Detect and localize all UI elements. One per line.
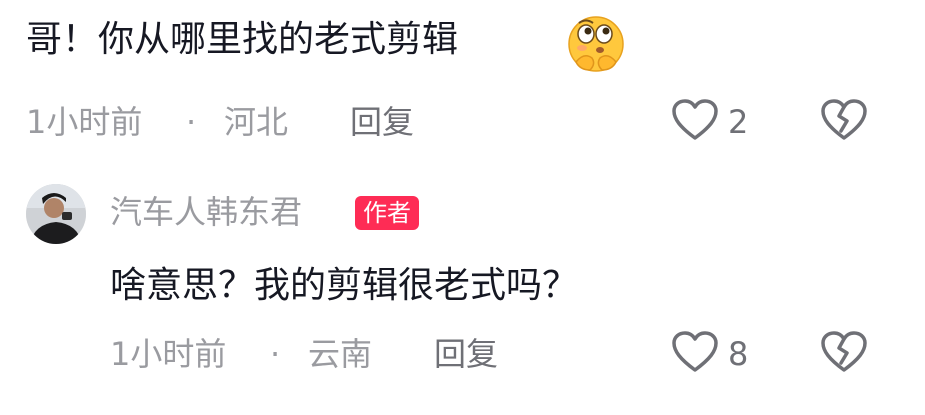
author-name[interactable]: 汽车人韩东君 xyxy=(110,192,302,232)
reply-time: 1小时前 xyxy=(110,335,227,373)
reply-text: 啥意思？我的剪辑很老式吗？ xyxy=(110,265,579,306)
reply-location: 云南 xyxy=(308,335,373,373)
avatar[interactable] xyxy=(26,184,86,244)
like-heart-icon[interactable] xyxy=(670,330,720,374)
meta-separator: · xyxy=(186,103,197,141)
meta-separator: · xyxy=(270,335,281,373)
avatar-image xyxy=(26,184,86,244)
author-badge: 作者 xyxy=(355,196,419,230)
like-heart-icon[interactable] xyxy=(670,98,720,142)
dislike-broken-heart-icon[interactable] xyxy=(820,98,868,142)
like-count: 8 xyxy=(728,335,749,373)
comment-location: 河北 xyxy=(224,103,289,141)
comment-text: 哥！你从哪里找的老式剪辑 xyxy=(26,19,459,60)
dislike-broken-heart-icon[interactable] xyxy=(820,330,868,374)
thinking-face-emoji xyxy=(568,16,624,72)
comment-time: 1小时前 xyxy=(26,103,143,141)
reply-button[interactable]: 回复 xyxy=(350,102,414,142)
reply-button[interactable]: 回复 xyxy=(434,334,498,374)
like-count: 2 xyxy=(728,103,749,141)
